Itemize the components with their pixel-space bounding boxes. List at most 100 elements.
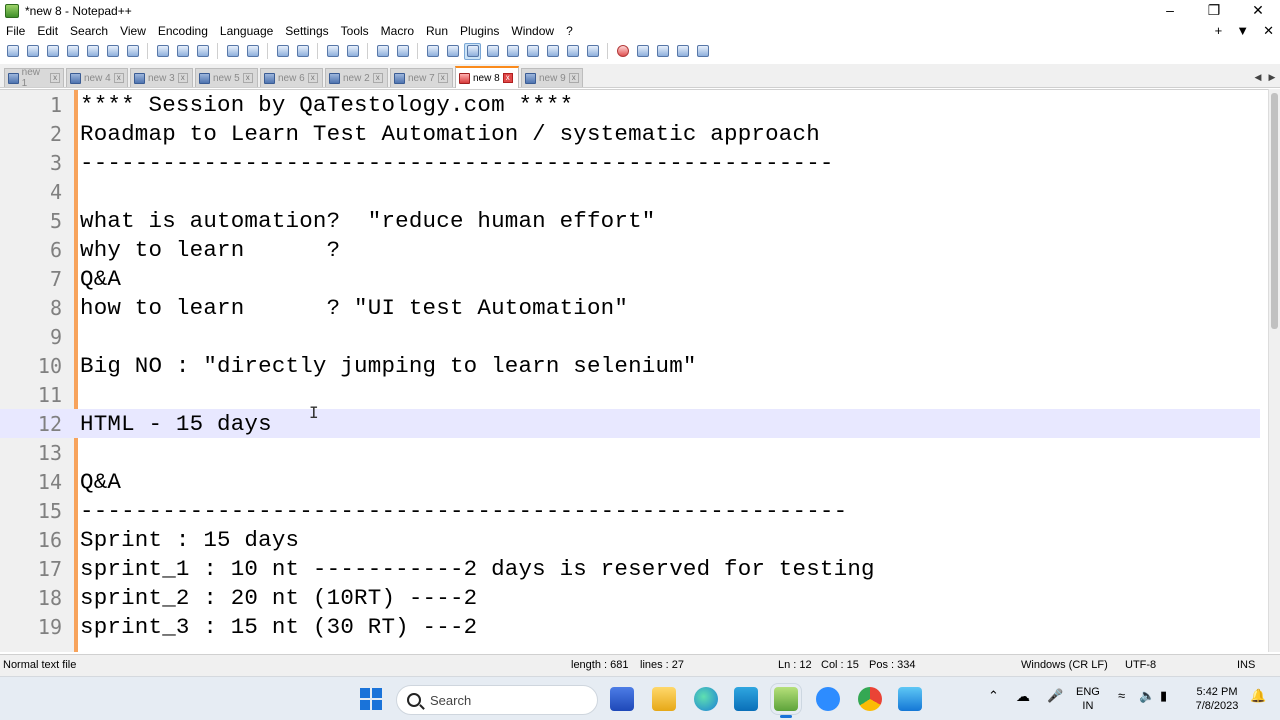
close-window-button[interactable]: ✕ bbox=[1236, 0, 1280, 22]
tab-new-3[interactable]: new 3x bbox=[130, 68, 193, 87]
editor-line[interactable]: 18 sprint_2 : 20 nt (10RT) ----2 bbox=[0, 583, 1260, 612]
vertical-scrollbar[interactable] bbox=[1268, 89, 1280, 652]
line-text[interactable]: Roadmap to Learn Test Automation / syste… bbox=[80, 121, 820, 147]
close-file-icon[interactable] bbox=[84, 43, 101, 60]
menu-settings[interactable]: Settings bbox=[279, 22, 334, 40]
volume-icon[interactable]: 🔈 bbox=[1139, 689, 1155, 703]
store-app-icon[interactable] bbox=[610, 687, 634, 711]
maximize-button[interactable]: ❐ bbox=[1192, 0, 1236, 22]
zoom-in-icon[interactable] bbox=[324, 43, 341, 60]
file-explorer-icon[interactable] bbox=[652, 687, 676, 711]
undo-icon[interactable] bbox=[224, 43, 241, 60]
indent-guide-icon[interactable] bbox=[464, 42, 481, 60]
line-text[interactable]: Q&A bbox=[80, 469, 121, 495]
paint-app-icon[interactable] bbox=[898, 687, 922, 711]
menu-run[interactable]: Run bbox=[420, 22, 454, 40]
editor-line[interactable]: 3 ---------------------------------------… bbox=[0, 148, 1260, 177]
user-defined-language-icon[interactable] bbox=[484, 43, 501, 60]
function-list-icon[interactable] bbox=[544, 43, 561, 60]
show-all-characters-icon[interactable] bbox=[444, 43, 461, 60]
menu-tools[interactable]: Tools bbox=[335, 22, 375, 40]
chrome-browser-icon[interactable] bbox=[858, 687, 882, 711]
replace-icon[interactable] bbox=[294, 43, 311, 60]
tab-new-1[interactable]: new 1 x bbox=[4, 67, 64, 89]
tab-list-dropdown-icon[interactable]: ▼ bbox=[1236, 22, 1249, 40]
word-wrap-icon[interactable] bbox=[424, 43, 441, 60]
document-map-icon[interactable] bbox=[504, 43, 521, 60]
menu-window[interactable]: Window bbox=[505, 22, 560, 40]
zoom-out-icon[interactable] bbox=[344, 43, 361, 60]
menu-file[interactable]: File bbox=[0, 22, 31, 40]
windows-start-icon[interactable] bbox=[360, 688, 382, 710]
new-tab-plus-icon[interactable]: + bbox=[1215, 22, 1223, 40]
print-icon[interactable] bbox=[124, 43, 141, 60]
close-tab-icon[interactable]: x bbox=[307, 73, 318, 83]
run-macro-multiple-icon[interactable] bbox=[674, 43, 691, 60]
input-language-indicator[interactable]: ENG IN bbox=[1076, 685, 1100, 713]
minimize-button[interactable]: – bbox=[1148, 0, 1192, 22]
open-file-icon[interactable] bbox=[24, 43, 41, 60]
sync-horizontal-icon[interactable] bbox=[394, 43, 411, 60]
editor-line[interactable]: 19 sprint_3 : 15 nt (30 RT) ---2 bbox=[0, 612, 1260, 641]
tab-new-5[interactable]: new 5x bbox=[195, 68, 258, 87]
microsoft-store-icon[interactable] bbox=[734, 687, 758, 711]
menu-search[interactable]: Search bbox=[64, 22, 114, 40]
tab-new-9[interactable]: new 9x bbox=[521, 68, 583, 87]
text-editor[interactable]: 1 **** Session by QaTestology.com **** 2 Ro… bbox=[0, 89, 1268, 652]
tab-new-2[interactable]: new 2x bbox=[325, 68, 388, 87]
editor-line[interactable]: 8 how to learn ? "UI test Automation" bbox=[0, 293, 1260, 322]
editor-line[interactable]: 2 Roadmap to Learn Test Automation / syst… bbox=[0, 119, 1260, 148]
line-text[interactable]: sprint_1 : 10 nt -----------2 days is re… bbox=[80, 556, 875, 582]
line-text[interactable]: why to learn ? bbox=[80, 237, 340, 263]
tab-new-4[interactable]: new 4x bbox=[66, 68, 128, 87]
editor-line[interactable]: 6 why to learn ? bbox=[0, 235, 1260, 264]
line-text[interactable]: HTML - 15 days bbox=[80, 411, 272, 437]
line-text[interactable]: ----------------------------------------… bbox=[80, 498, 847, 524]
show-hidden-icons-chevron-icon[interactable]: ⌃ bbox=[988, 689, 999, 703]
editor-line[interactable]: 13 bbox=[0, 438, 1260, 467]
wifi-icon[interactable]: ≈ bbox=[1118, 689, 1125, 703]
save-macro-icon[interactable] bbox=[694, 43, 711, 60]
document-list-icon[interactable] bbox=[524, 43, 541, 60]
editor-line[interactable]: 17 sprint_1 : 10 nt -----------2 days is … bbox=[0, 554, 1260, 583]
sync-vertical-icon[interactable] bbox=[374, 43, 391, 60]
close-tab-icon[interactable]: x bbox=[242, 73, 253, 83]
editor-line[interactable]: 16 Sprint : 15 days bbox=[0, 525, 1260, 554]
editor-line[interactable]: 9 bbox=[0, 322, 1260, 351]
tab-scroll-right-icon[interactable]: ▶ bbox=[1266, 70, 1278, 84]
battery-icon[interactable]: ▮ bbox=[1160, 689, 1167, 703]
tab-new-8[interactable]: new 8x bbox=[455, 66, 519, 88]
close-tab-icon[interactable]: x bbox=[437, 73, 448, 83]
line-text[interactable]: **** Session by QaTestology.com **** bbox=[80, 92, 573, 118]
editor-line[interactable]: 12 HTML - 15 days bbox=[0, 409, 1260, 438]
line-text[interactable]: sprint_3 : 15 nt (30 RT) ---2 bbox=[80, 614, 477, 640]
tab-new-6[interactable]: new 6x bbox=[260, 68, 323, 87]
close-tab-icon[interactable]: x bbox=[372, 73, 383, 83]
close-tab-icon[interactable]: x bbox=[502, 73, 513, 83]
stop-recording-icon[interactable] bbox=[634, 43, 651, 60]
notification-icon[interactable]: 🔔 bbox=[1250, 689, 1266, 703]
close-tab-icon[interactable]: x bbox=[50, 73, 60, 83]
line-text[interactable]: Q&A bbox=[80, 266, 121, 292]
menu-macro[interactable]: Macro bbox=[375, 22, 420, 40]
close-all-icon[interactable] bbox=[104, 43, 121, 60]
taskbar-search-input[interactable]: Search bbox=[396, 685, 598, 715]
line-text[interactable]: how to learn ? "UI test Automation" bbox=[80, 295, 628, 321]
menu-encoding[interactable]: Encoding bbox=[152, 22, 214, 40]
scrollbar-thumb[interactable] bbox=[1271, 93, 1278, 329]
playback-macro-icon[interactable] bbox=[654, 43, 671, 60]
microphone-icon[interactable]: 🎤 bbox=[1047, 689, 1063, 703]
editor-line[interactable]: 1 **** Session by QaTestology.com **** bbox=[0, 90, 1260, 119]
notepadplusplus-taskbar-icon[interactable] bbox=[770, 683, 802, 718]
close-tab-icon[interactable]: x bbox=[177, 73, 188, 83]
system-clock[interactable]: 5:42 PM 7/8/2023 bbox=[1192, 685, 1242, 713]
menu-plugins[interactable]: Plugins bbox=[454, 22, 505, 40]
folder-as-workspace-icon[interactable] bbox=[564, 43, 581, 60]
close-document-icon[interactable]: ✕ bbox=[1263, 22, 1274, 40]
record-macro-icon[interactable] bbox=[614, 43, 631, 60]
cut-icon[interactable] bbox=[154, 43, 171, 60]
line-text[interactable]: ----------------------------------------… bbox=[80, 150, 834, 176]
line-text[interactable]: what is automation? "reduce human effort… bbox=[80, 208, 656, 234]
editor-line[interactable]: 14 Q&A bbox=[0, 467, 1260, 496]
editor-line[interactable]: 10 Big NO : "directly jumping to learn se… bbox=[0, 351, 1260, 380]
